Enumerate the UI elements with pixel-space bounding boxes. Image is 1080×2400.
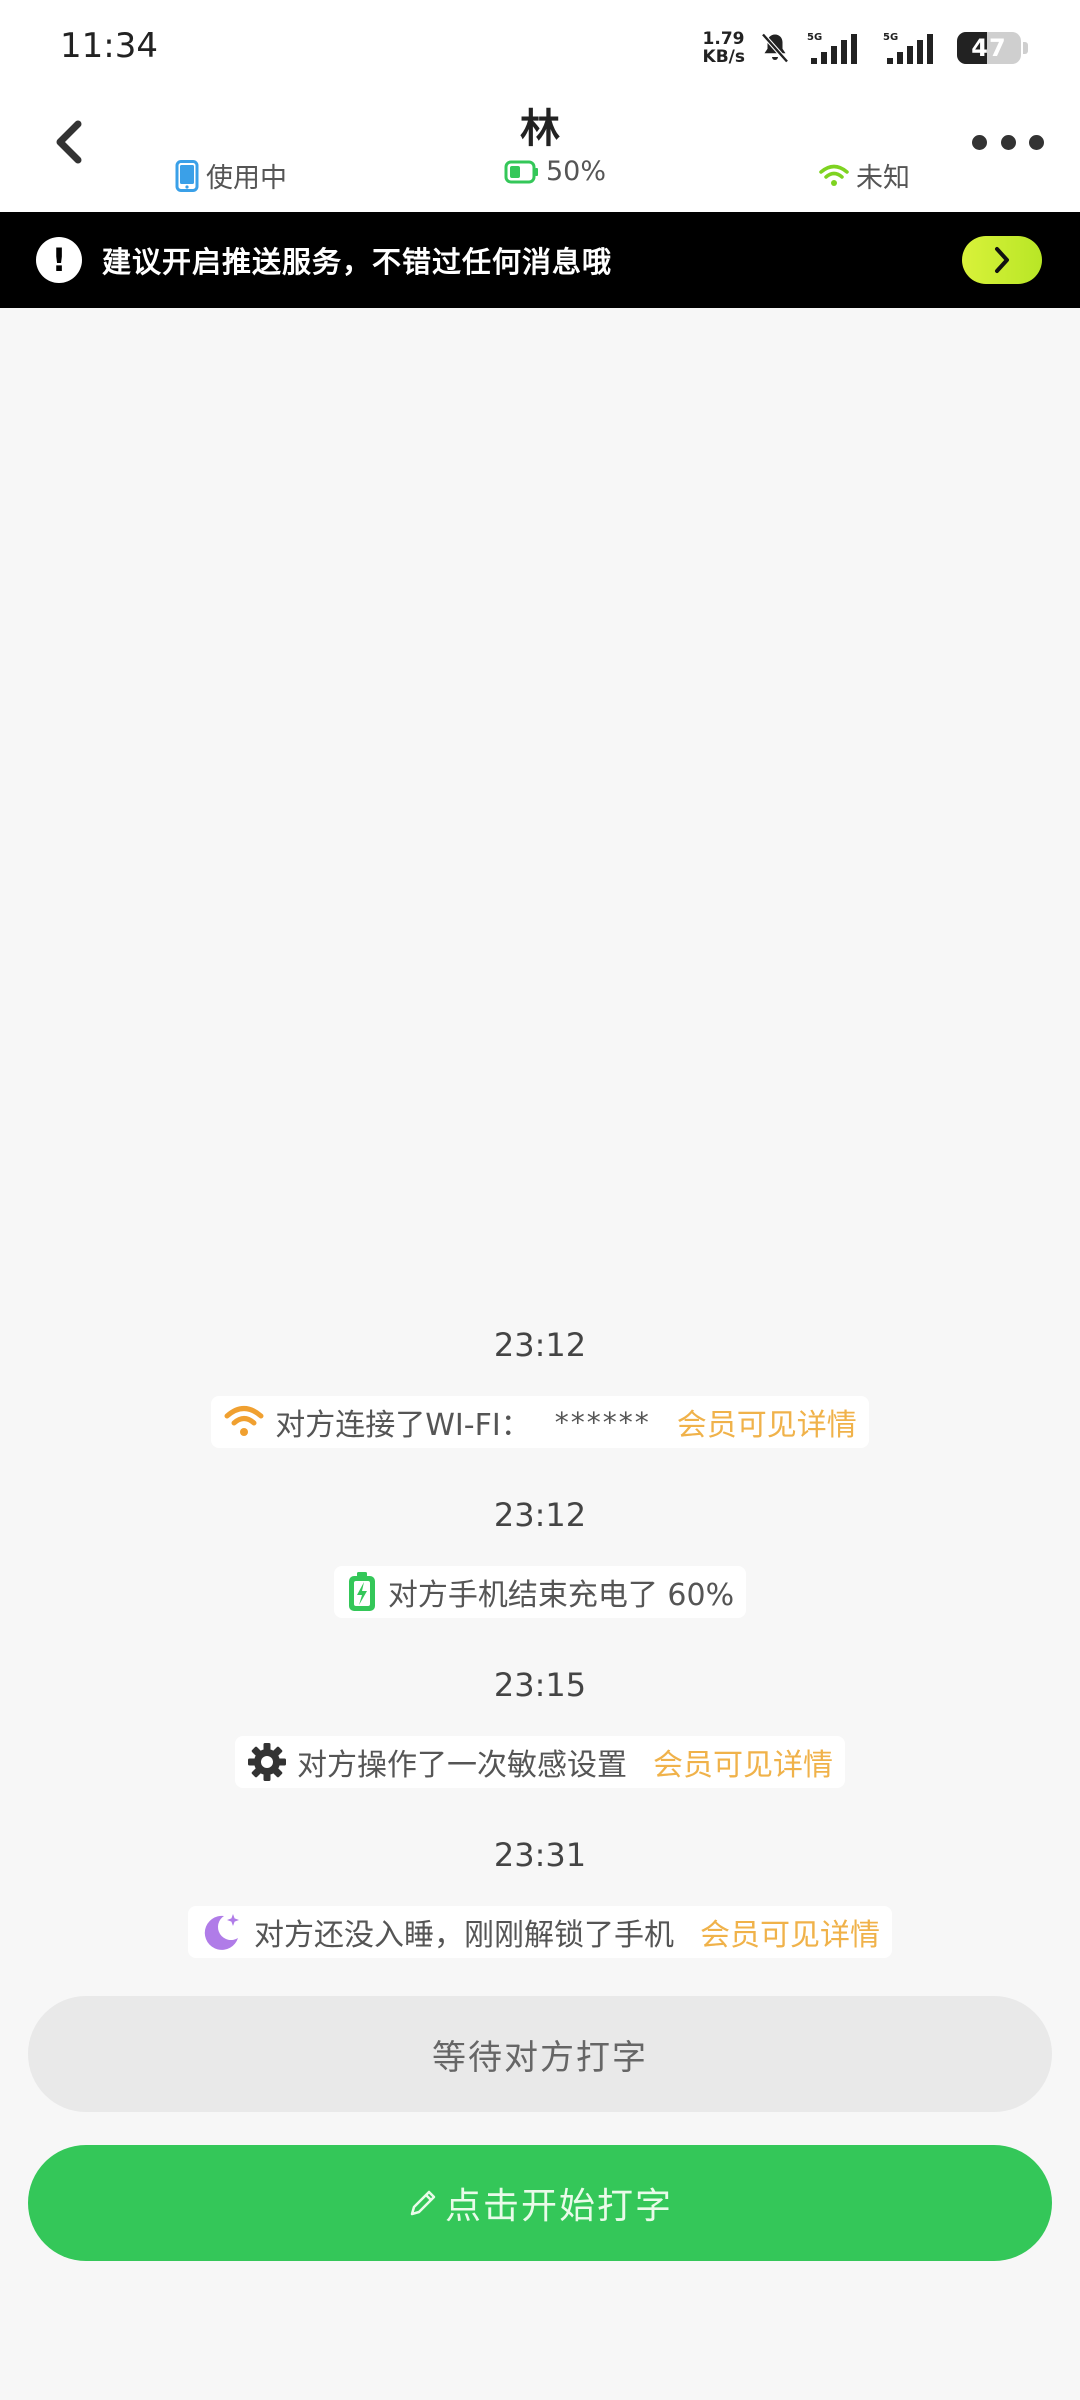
device-status: 使用中 <box>174 156 287 195</box>
moon-icon <box>204 1914 239 1950</box>
vip-details-link[interactable]: 会员可见详情 <box>700 1910 880 1954</box>
status-bar: 11:34 1.79 KB/s 5G 5G 47 <box>0 0 1080 90</box>
battery-level: 47 <box>971 34 1007 62</box>
network-speed: 1.79 KB/s <box>703 30 745 66</box>
event-item: 对方还没入睡，刚刚解锁了手机 会员可见详情 <box>0 1906 1080 1958</box>
event-pill: 对方还没入睡，刚刚解锁了手机 会员可见详情 <box>188 1906 892 1958</box>
network-speed-unit: KB/s <box>702 47 745 67</box>
status-icons: 1.79 KB/s 5G 5G 47 <box>703 26 1028 70</box>
battery-status-text: 50% <box>546 156 607 187</box>
signal-sim2-icon: 5G <box>883 32 933 64</box>
status-time: 11:34 <box>60 26 158 66</box>
signal-sim1: 5G <box>805 28 869 68</box>
wifi-status-text: 未知 <box>856 163 910 194</box>
event-text: 对方还没入睡，刚刚解锁了手机 <box>254 1918 674 1953</box>
battery-indicator: 47 <box>957 32 1021 64</box>
battery-charging-icon <box>348 1572 375 1611</box>
more-dot-icon <box>1029 134 1044 150</box>
wifi-name-masked: ****** <box>554 1405 651 1439</box>
chat-status-screen: 11:34 1.79 KB/s 5G 5G 47 林 使用中 50% 未知 ! … <box>0 0 1080 2400</box>
partner-status-row: 使用中 50% 未知 <box>0 156 1080 196</box>
sim1-label: 5G <box>807 32 822 43</box>
sim2-label: 5G <box>883 32 898 43</box>
more-dot-icon <box>1000 134 1016 150</box>
chat-header: 林 使用中 50% 未知 <box>0 90 1080 212</box>
alert-icon: ! <box>36 237 82 283</box>
more-dot-icon <box>972 134 987 150</box>
event-text: 对方操作了一次敏感设置 <box>297 1748 627 1783</box>
signal-sim1-icon: 5G <box>807 32 857 64</box>
phone-icon <box>175 159 199 192</box>
vip-details-link[interactable]: 会员可见详情 <box>677 1400 857 1444</box>
battery-status: 50% <box>504 156 606 187</box>
event-pill: 对方操作了一次敏感设置 会员可见详情 <box>235 1736 845 1788</box>
banner-go-button[interactable] <box>962 236 1042 284</box>
event-time: 23:15 <box>493 1666 587 1704</box>
event-time: 23:31 <box>493 1836 587 1874</box>
event-pill: 对方手机结束充电了 60% <box>333 1566 747 1618</box>
event-text: 对方连接了WI-FI： <box>275 1408 531 1443</box>
vip-details-link[interactable]: 会员可见详情 <box>653 1740 833 1784</box>
pencil-icon <box>410 2190 436 2216</box>
event-time: 23:12 <box>493 1496 587 1534</box>
network-speed-value: 1.79 <box>702 29 745 49</box>
push-notification-banner[interactable]: ! 建议开启推送服务，不错过任何消息哦 <box>0 212 1080 308</box>
signal-sim2: 5G <box>881 28 945 68</box>
wifi-status: 未知 <box>818 156 910 195</box>
event-time: 23:12 <box>493 1326 587 1364</box>
event-pill: 对方连接了WI-FI： ****** 会员可见详情 <box>211 1396 869 1448</box>
chevron-right-icon <box>995 247 1009 273</box>
device-status-text: 使用中 <box>206 163 287 194</box>
gear-icon <box>248 1743 286 1781</box>
bell-muted-icon <box>761 33 789 63</box>
start-typing-label: 点击开始打字 <box>444 2186 673 2227</box>
event-item: 对方连接了WI-FI： ****** 会员可见详情 <box>0 1396 1080 1448</box>
wifi-icon <box>224 1406 264 1436</box>
battery-half-icon <box>504 160 538 183</box>
waiting-typing-button[interactable]: 等待对方打字 <box>28 1996 1052 2112</box>
start-typing-button[interactable]: 点击开始打字 <box>28 2145 1052 2261</box>
banner-text: 建议开启推送服务，不错过任何消息哦 <box>102 245 613 279</box>
event-item: 对方操作了一次敏感设置 会员可见详情 <box>0 1736 1080 1788</box>
contact-name: 林 <box>520 106 560 152</box>
event-item: 对方手机结束充电了 60% <box>0 1566 1080 1618</box>
wifi-icon <box>819 164 849 186</box>
battery-cap <box>1023 42 1028 54</box>
event-text: 对方手机结束充电了 60% <box>387 1578 735 1613</box>
